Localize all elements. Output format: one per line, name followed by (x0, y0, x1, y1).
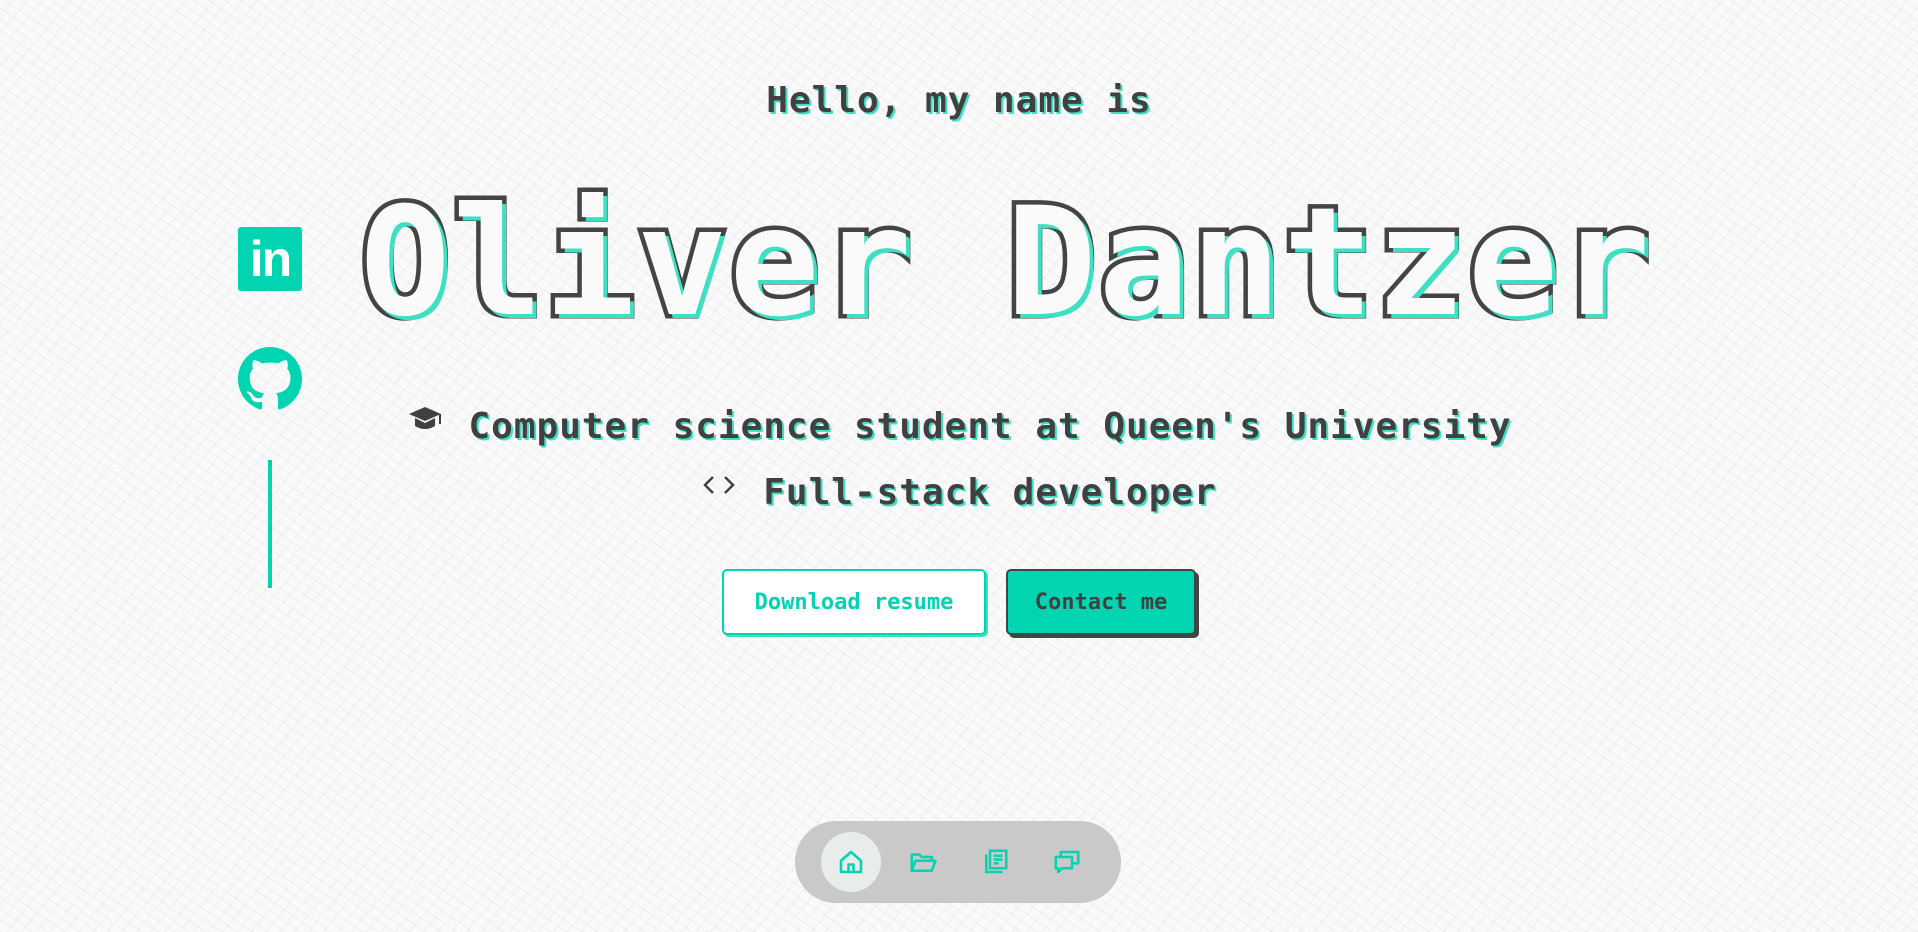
linkedin-link[interactable]: in (238, 227, 302, 291)
dock-item-resume[interactable] (965, 832, 1025, 892)
role-text: Full-stack developer (763, 472, 1217, 513)
dock-item-contact[interactable] (1037, 832, 1097, 892)
home-icon (839, 850, 863, 874)
name-title: Oliver Dantzer (356, 174, 1655, 353)
graduation-cap-icon (408, 406, 441, 429)
social-links: in (238, 227, 302, 411)
documents-icon (985, 849, 1008, 874)
contact-me-button[interactable]: Contact me (1006, 569, 1196, 635)
role-line: Full-stack developer (0, 472, 1918, 513)
cta-buttons: Download resume Contact me (722, 569, 1196, 635)
code-icon (703, 475, 736, 494)
greeting-text: Hello, my name is (766, 80, 1152, 121)
linkedin-icon: in (249, 231, 292, 287)
download-resume-button[interactable]: Download resume (722, 569, 986, 635)
dock-item-home[interactable] (821, 832, 881, 892)
github-icon (238, 347, 302, 410)
education-text: Computer science student at Queen's Univ… (468, 406, 1512, 447)
dock-item-projects[interactable] (893, 832, 953, 892)
chat-icon (1054, 850, 1080, 874)
bottom-dock-nav (795, 821, 1121, 903)
github-link[interactable] (238, 347, 302, 411)
education-line: Computer science student at Queen's Univ… (0, 406, 1918, 447)
folder-icon (910, 853, 937, 872)
